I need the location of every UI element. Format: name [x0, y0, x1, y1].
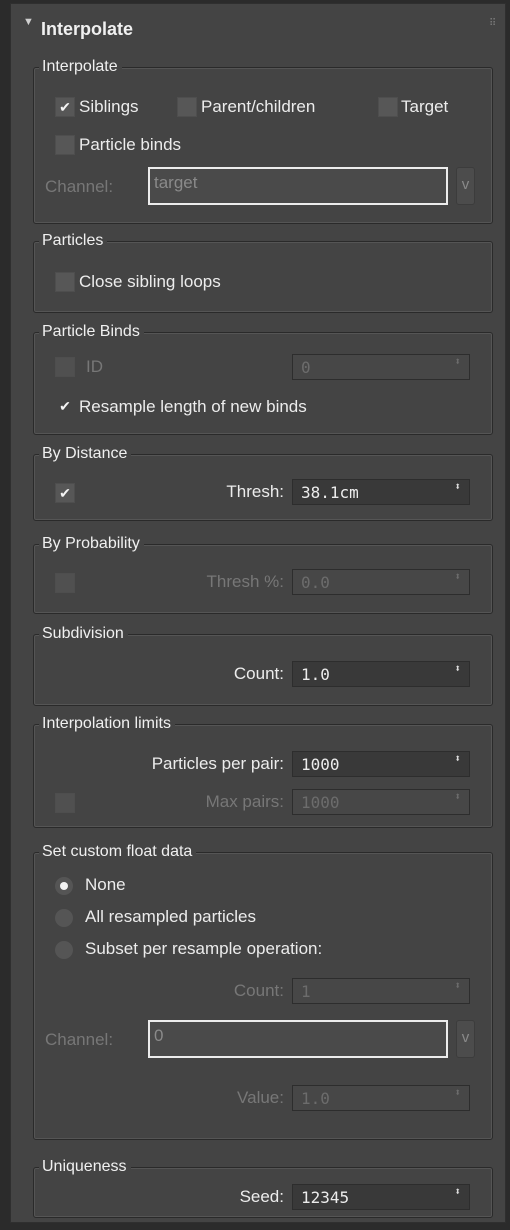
particle-binds-checkbox[interactable] — [55, 135, 75, 155]
id-checkbox[interactable] — [55, 357, 75, 377]
target-label: Target — [401, 97, 449, 116]
particle-binds-group-title: Particle Binds — [39, 323, 144, 341]
spinner-arrows-icon[interactable]: ⬍ — [454, 791, 461, 802]
interpolate-group-title: Interpolate — [39, 58, 122, 76]
id-value: 0 — [301, 358, 311, 377]
seed-label: Seed: — [239, 1187, 284, 1206]
spinner-arrows-icon[interactable]: ⬍ — [454, 663, 461, 674]
spinner-arrows-icon[interactable]: ⬍ — [454, 481, 461, 492]
by-probability-group-title: By Probability — [39, 535, 144, 553]
thresh-spinner[interactable]: 38.1cm ⬍ — [292, 479, 470, 505]
channel-input[interactable]: target — [148, 167, 448, 205]
by-probability-checkbox[interactable] — [55, 573, 75, 593]
float-count-label: Count: — [233, 981, 284, 1000]
max-pairs-checkbox[interactable] — [55, 793, 75, 813]
float-channel-select-button[interactable]: v — [456, 1020, 475, 1058]
by-distance-group-title: By Distance — [39, 445, 132, 463]
value-label: Value: — [237, 1088, 284, 1107]
channel-select-button[interactable]: v — [456, 167, 475, 205]
uniqueness-group-title: Uniqueness — [39, 1158, 131, 1176]
float-count-spinner[interactable]: 1 ⬍ — [292, 978, 470, 1004]
id-spinner[interactable]: 0 ⬍ — [292, 354, 470, 380]
parent-children-label: Parent/children — [201, 97, 316, 116]
particle-binds-label: Particle binds — [79, 135, 182, 154]
interpolate-rollout: ▼ Interpolate ⠿ Interpolate ✔ Siblings P… — [10, 3, 506, 1223]
seed-spinner[interactable]: 12345 ⬍ — [292, 1184, 470, 1210]
thresh-percent-label: Thresh %: — [206, 572, 284, 591]
max-pairs-value: 1000 — [301, 793, 340, 812]
thresh-percent-spinner[interactable]: 0.0 ⬍ — [292, 569, 470, 595]
particle-binds-group — [33, 332, 493, 435]
radio-subset[interactable] — [55, 941, 73, 959]
subdivision-group-title: Subdivision — [39, 625, 128, 643]
value-value: 1.0 — [301, 1089, 330, 1108]
radio-all-resampled-label: All resampled particles — [85, 907, 257, 926]
resample-length-checkbox[interactable]: ✔ — [55, 397, 75, 417]
collapse-triangle-icon[interactable]: ▼ — [23, 16, 34, 28]
resample-length-label: Resample length of new binds — [79, 397, 307, 416]
spinner-arrows-icon[interactable]: ⬍ — [454, 753, 461, 764]
radio-all-resampled[interactable] — [55, 909, 73, 927]
spinner-arrows-icon[interactable]: ⬍ — [454, 980, 461, 991]
radio-subset-label: Subset per resample operation: — [85, 939, 323, 958]
spinner-arrows-icon[interactable]: ⬍ — [454, 356, 461, 367]
rollout-title[interactable]: Interpolate — [41, 19, 133, 40]
seed-value: 12345 — [301, 1188, 350, 1207]
grip-dots-icon[interactable]: ⠿ — [489, 18, 497, 29]
max-pairs-spinner[interactable]: 1000 ⬍ — [292, 789, 470, 815]
channel-label: Channel: — [45, 177, 114, 196]
particles-per-pair-value: 1000 — [301, 755, 340, 774]
float-count-value: 1 — [301, 982, 311, 1001]
count-value: 1.0 — [301, 665, 330, 684]
thresh-value: 38.1cm — [301, 483, 359, 502]
count-spinner[interactable]: 1.0 ⬍ — [292, 661, 470, 687]
thresh-label: Thresh: — [226, 482, 284, 501]
spinner-arrows-icon[interactable]: ⬍ — [454, 571, 461, 582]
value-spinner[interactable]: 1.0 ⬍ — [292, 1085, 470, 1111]
close-sibling-loops-checkbox[interactable] — [55, 272, 75, 292]
float-channel-input[interactable]: 0 — [148, 1020, 448, 1058]
siblings-label: Siblings — [79, 97, 139, 116]
radio-none[interactable] — [55, 877, 73, 895]
id-label: ID — [86, 357, 103, 376]
parent-children-checkbox[interactable] — [177, 97, 197, 117]
interpolation-limits-group-title: Interpolation limits — [39, 715, 175, 733]
by-distance-checkbox[interactable]: ✔ — [55, 483, 75, 503]
particles-per-pair-spinner[interactable]: 1000 ⬍ — [292, 751, 470, 777]
float-channel-label: Channel: — [45, 1030, 114, 1049]
custom-float-group-title: Set custom float data — [39, 843, 197, 861]
count-label: Count: — [233, 664, 284, 683]
spinner-arrows-icon[interactable]: ⬍ — [454, 1087, 461, 1098]
particles-per-pair-label: Particles per pair: — [151, 754, 284, 773]
spinner-arrows-icon[interactable]: ⬍ — [454, 1186, 461, 1197]
thresh-percent-value: 0.0 — [301, 573, 330, 592]
particles-group-title: Particles — [39, 232, 108, 250]
siblings-checkbox[interactable]: ✔ — [55, 97, 75, 117]
close-sibling-loops-label: Close sibling loops — [79, 272, 221, 291]
radio-none-label: None — [85, 875, 126, 894]
target-checkbox[interactable] — [378, 97, 398, 117]
max-pairs-label: Max pairs: — [205, 792, 284, 811]
